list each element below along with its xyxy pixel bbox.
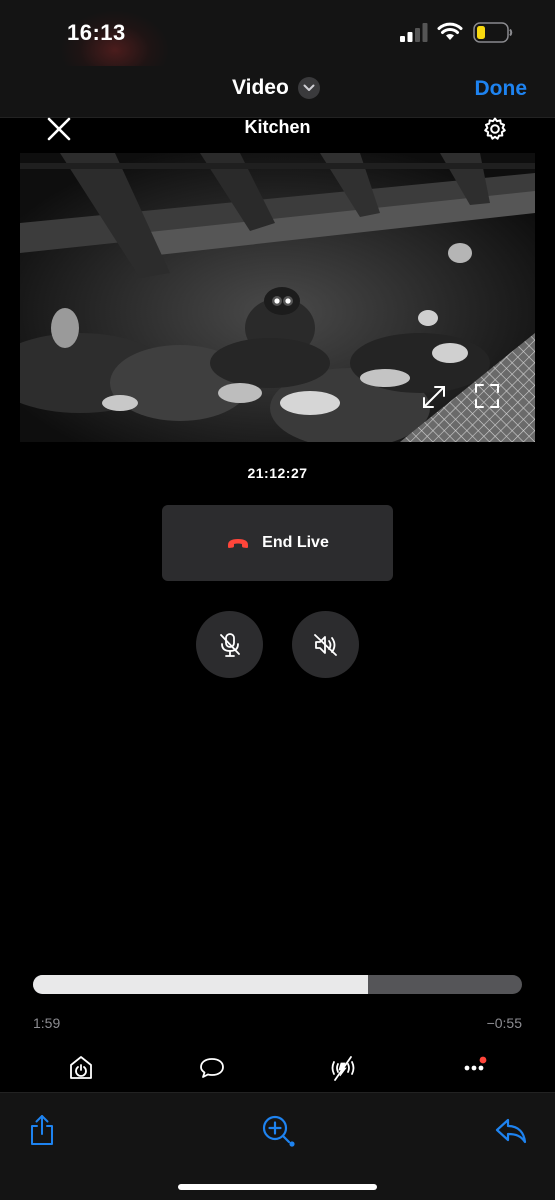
motion-off-icon[interactable] (329, 1054, 357, 1082)
status-time: 16:13 (67, 20, 126, 45)
more-options-icon[interactable] (461, 1052, 489, 1080)
cellular-signal-icon (400, 23, 428, 42)
chevron-down-icon (297, 77, 320, 99)
scrubber-progress (33, 975, 368, 994)
fullscreen-icon[interactable] (474, 383, 500, 409)
zoom-add-icon[interactable] (260, 1113, 298, 1147)
status-bar: 16:13 (0, 0, 555, 90)
playback-scrubber[interactable] (33, 975, 522, 994)
night-vision-image (20, 153, 535, 442)
home-icon[interactable] (67, 1054, 95, 1082)
nav-title-button[interactable]: Video (232, 76, 320, 100)
share-icon[interactable] (26, 1113, 58, 1147)
end-live-label: End Live (262, 534, 329, 551)
time-elapsed: 1:59 (33, 1015, 61, 1031)
speaker-toggle-button[interactable] (292, 611, 359, 678)
gear-icon[interactable] (482, 116, 508, 142)
nav-title: Video (232, 76, 289, 99)
nav-bar: Video Done (0, 66, 555, 118)
done-button[interactable]: Done (475, 77, 528, 101)
wifi-icon (437, 22, 463, 40)
hang-up-icon (228, 539, 249, 548)
time-remaining: −0:55 (486, 1015, 522, 1031)
mic-toggle-button[interactable] (196, 611, 263, 678)
expand-icon[interactable] (420, 383, 448, 411)
bottom-toolbar (0, 1092, 555, 1200)
reply-icon[interactable] (494, 1113, 528, 1147)
home-indicator (178, 1184, 377, 1190)
video-timestamp: 21:12:27 (247, 465, 308, 481)
speaker-muted-icon (313, 633, 337, 656)
end-live-button[interactable]: End Live (162, 505, 393, 581)
camera-name: Kitchen (244, 117, 311, 137)
mic-muted-icon (219, 632, 240, 657)
live-video-feed[interactable] (20, 153, 535, 442)
battery-low-icon (473, 22, 513, 43)
chat-bubble-icon[interactable] (198, 1054, 226, 1082)
